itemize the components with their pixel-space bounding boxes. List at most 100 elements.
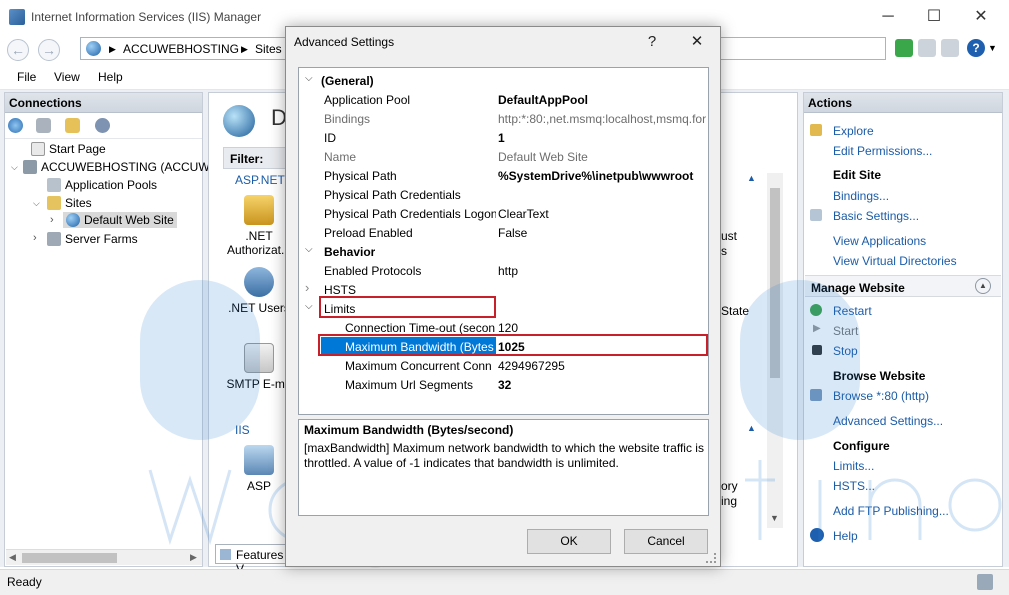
- property-value[interactable]: 4294967295: [498, 359, 708, 373]
- chevron-right-icon[interactable]: ›: [305, 280, 309, 295]
- chevron-down-icon[interactable]: ⌵: [305, 73, 313, 84]
- save-icon[interactable]: [36, 118, 51, 133]
- menu-file[interactable]: File: [17, 70, 36, 84]
- disconnect-icon[interactable]: [95, 118, 110, 133]
- property-preload-enabled[interactable]: Preload Enabled False: [299, 223, 693, 242]
- action-hsts[interactable]: HSTS...: [833, 479, 875, 493]
- property-maximum-concurrent-connections[interactable]: Maximum Concurrent Conn 4294967295: [299, 356, 693, 375]
- forward-button[interactable]: →: [38, 39, 60, 61]
- property-physical-path[interactable]: Physical Path %SystemDrive%\inetpub\wwwr…: [299, 166, 693, 185]
- scroll-left-arrow[interactable]: ◀: [9, 552, 16, 563]
- filter-label: Filter:: [230, 152, 264, 166]
- action-bindings[interactable]: Bindings...: [833, 189, 889, 203]
- property-value[interactable]: False: [498, 226, 708, 240]
- address-segment-server[interactable]: ACCUWEBHOSTING: [123, 42, 239, 56]
- property-value[interactable]: 32: [498, 378, 708, 392]
- action-heading-edit-site: Edit Site: [833, 168, 882, 182]
- chevron-right-icon[interactable]: ›: [50, 214, 54, 226]
- resize-grip-icon[interactable]: [706, 553, 716, 563]
- property-application-pool[interactable]: Application Pool DefaultAppPool: [299, 90, 693, 109]
- tree-item-default-web-site[interactable]: Default Web Site: [63, 212, 177, 228]
- up-folder-icon[interactable]: [65, 118, 80, 133]
- collapse-section-button[interactable]: ▲: [975, 278, 991, 294]
- chevron-down-icon[interactable]: ⌵: [305, 301, 313, 312]
- tree-item-application-pools[interactable]: Application Pools: [47, 178, 157, 192]
- property-value[interactable]: Default Web Site: [498, 150, 708, 164]
- property-physical-path-credentials-logon[interactable]: Physical Path Credentials Logon ClearTex…: [299, 204, 693, 223]
- property-value[interactable]: http:*:80:,net.msmq:localhost,msmq.for: [498, 112, 708, 126]
- property-physical-path-credentials[interactable]: Physical Path Credentials: [299, 185, 693, 204]
- close-button[interactable]: ✕: [958, 4, 1004, 30]
- property-value[interactable]: 120: [498, 321, 708, 335]
- action-heading-browse-website: Browse Website: [833, 369, 926, 383]
- home-icon[interactable]: [941, 39, 959, 57]
- action-advanced-settings[interactable]: Advanced Settings...: [833, 414, 943, 428]
- description-text: [maxBandwidth] Maximum network bandwidth…: [304, 441, 704, 470]
- action-restart[interactable]: Restart: [833, 304, 872, 318]
- refresh-icon[interactable]: [895, 39, 913, 57]
- dialog-help-button[interactable]: ?: [638, 31, 666, 53]
- address-segment-sites[interactable]: Sites: [255, 42, 282, 56]
- property-value[interactable]: http: [498, 264, 708, 278]
- minimize-button[interactable]: ─: [865, 4, 911, 30]
- menu-view[interactable]: View: [54, 70, 80, 84]
- manage-website-section: Manage Website ▲: [805, 275, 1001, 297]
- chevron-down-icon[interactable]: ⌵: [11, 162, 18, 173]
- stop-icon[interactable]: [918, 39, 936, 57]
- property-label: Enabled Protocols: [324, 264, 422, 278]
- scroll-down-arrow[interactable]: ▼: [770, 513, 779, 523]
- horizontal-scrollbar[interactable]: ◀ ▶: [6, 549, 202, 565]
- chevron-down-icon[interactable]: ⌵: [305, 244, 313, 255]
- property-id[interactable]: ID 1: [299, 128, 693, 147]
- action-limits[interactable]: Limits...: [833, 459, 874, 473]
- action-help[interactable]: Help: [833, 529, 858, 543]
- action-view-applications[interactable]: View Applications: [833, 234, 926, 248]
- chevron-down-icon[interactable]: ▼: [988, 43, 997, 53]
- property-bindings[interactable]: Bindings http:*:80:,net.msmq:localhost,m…: [299, 109, 706, 128]
- action-edit-permissions[interactable]: Edit Permissions...: [833, 144, 932, 158]
- scroll-right-arrow[interactable]: ▶: [190, 552, 197, 563]
- features-view-tab[interactable]: Features V: [215, 544, 293, 576]
- action-browse-port-80[interactable]: Browse *:80 (http): [833, 389, 929, 403]
- property-name[interactable]: Name Default Web Site: [299, 147, 693, 166]
- ok-button[interactable]: OK: [527, 529, 611, 554]
- menu-help[interactable]: Help: [98, 70, 123, 84]
- chevron-right-icon[interactable]: ›: [33, 232, 37, 244]
- property-enabled-protocols[interactable]: Enabled Protocols http: [299, 261, 693, 280]
- tree-item-server-farms[interactable]: Server Farms: [47, 232, 138, 246]
- tree-item-sites[interactable]: Sites: [47, 196, 92, 210]
- dialog-close-button[interactable]: ✕: [683, 31, 711, 53]
- server-icon: [23, 160, 37, 174]
- category-behavior[interactable]: ⌵ Behavior: [299, 242, 693, 261]
- globe-icon: [86, 41, 101, 56]
- cancel-button[interactable]: Cancel: [624, 529, 708, 554]
- collapse-group-icon[interactable]: ▲: [747, 173, 756, 183]
- maximize-button[interactable]: ☐: [911, 4, 957, 30]
- help-icon[interactable]: ?: [967, 39, 985, 57]
- property-maximum-url-segments[interactable]: Maximum Url Segments 32: [299, 375, 693, 394]
- property-value[interactable]: DefaultAppPool: [498, 93, 708, 107]
- tree-item-start-page[interactable]: Start Page: [31, 142, 106, 156]
- chevron-down-icon[interactable]: ⌵: [33, 198, 40, 209]
- action-basic-settings[interactable]: Basic Settings...: [833, 209, 919, 223]
- property-value[interactable]: %SystemDrive%\inetpub\wwwroot: [498, 169, 708, 183]
- category-general[interactable]: ⌵ (General): [299, 71, 693, 90]
- property-label: Maximum Concurrent Conn: [345, 359, 492, 373]
- actions-panel: Actions Explore Edit Permissions... Edit…: [803, 92, 1003, 567]
- dialog-title: Advanced Settings: [294, 35, 395, 49]
- back-button[interactable]: ←: [7, 39, 29, 61]
- connect-icon[interactable]: [8, 118, 23, 133]
- action-explore[interactable]: Explore: [833, 124, 874, 138]
- scroll-thumb[interactable]: [770, 188, 780, 378]
- property-value[interactable]: 1: [498, 131, 708, 145]
- action-view-virtual-directories[interactable]: View Virtual Directories: [833, 254, 957, 268]
- action-add-ftp-publishing[interactable]: Add FTP Publishing...: [833, 504, 949, 518]
- collapse-group-icon[interactable]: ▲: [747, 423, 756, 433]
- scroll-thumb[interactable]: [22, 553, 117, 563]
- category-label: (General): [321, 74, 374, 88]
- action-stop[interactable]: Stop: [833, 344, 858, 358]
- basic-settings-icon: [810, 209, 822, 221]
- tree-item-server[interactable]: ACCUWEBHOSTING (ACCUW: [23, 160, 210, 174]
- property-value[interactable]: ClearText: [498, 207, 708, 221]
- vertical-scrollbar[interactable]: ▼: [767, 173, 783, 528]
